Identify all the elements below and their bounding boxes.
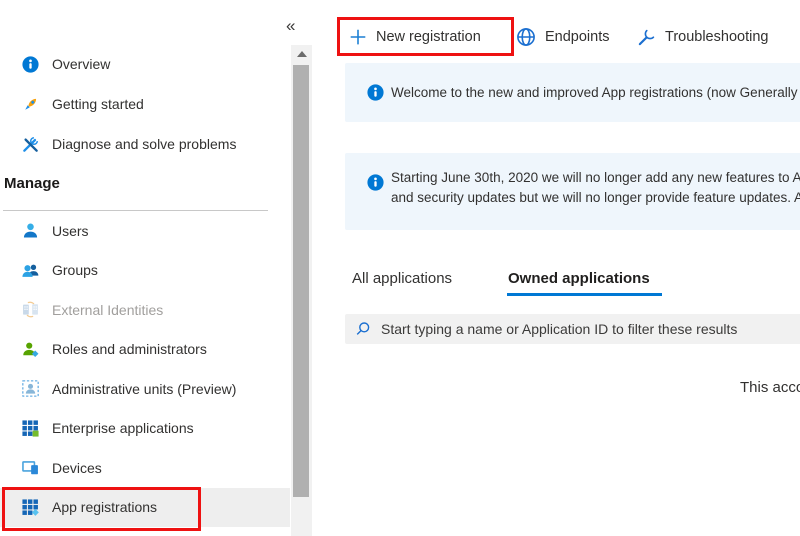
manage-section-header: Manage: [4, 175, 60, 192]
highlight-box-app-registrations: [2, 487, 201, 531]
troubleshooting-label: Troubleshooting: [665, 29, 768, 45]
application-filter-searchbox[interactable]: [345, 314, 800, 344]
deprecation-info-banner: Starting June 30th, 2020 we will no long…: [345, 153, 800, 230]
deprecation-line-1: Starting June 30th, 2020 we will no long…: [391, 168, 800, 188]
welcome-banner-text: Welcome to the new and improved App regi…: [391, 83, 800, 103]
highlight-box-new-registration: [337, 17, 514, 56]
deprecation-banner-text: Starting June 30th, 2020 we will no long…: [391, 168, 800, 207]
tab-all-applications[interactable]: All applications: [352, 270, 452, 287]
roles-icon: [22, 341, 39, 358]
sidebar-item-label: External Identities: [52, 302, 163, 318]
rocket-icon: [22, 96, 39, 113]
sidebar-item-administrative-units[interactable]: Administrative units (Preview): [0, 369, 290, 409]
sidebar-item-label: Enterprise applications: [52, 420, 194, 436]
search-input[interactable]: [379, 320, 800, 338]
sidebar-item-enterprise-applications[interactable]: Enterprise applications: [0, 409, 290, 449]
sidebar-item-diagnose[interactable]: Diagnose and solve problems: [0, 124, 290, 164]
users-icon: [22, 262, 39, 279]
enterprise-apps-icon: [22, 420, 39, 437]
app-registrations-page: y Overview Getting started Diagnose and …: [0, 0, 800, 536]
sidebar-item-label: Users: [52, 223, 89, 239]
endpoints-button[interactable]: Endpoints: [516, 22, 610, 52]
scrollbar-thumb[interactable]: [293, 65, 309, 497]
globe-icon: [516, 27, 536, 47]
sidebar-item-external-identities[interactable]: External Identities: [0, 290, 290, 330]
sidebar-item-groups[interactable]: Groups: [0, 251, 290, 291]
scrollbar-up-arrow-icon[interactable]: [291, 45, 312, 63]
sidebar-item-label: Administrative units (Preview): [52, 381, 236, 397]
sidebar-item-label: Devices: [52, 460, 102, 476]
admin-units-icon: [22, 380, 39, 397]
sidebar-item-getting-started[interactable]: Getting started: [0, 84, 290, 124]
sidebar-item-label: Groups: [52, 262, 98, 278]
endpoints-label: Endpoints: [545, 29, 610, 45]
sidebar-nav-general: Overview Getting started Diagnose and so…: [0, 44, 290, 164]
sidebar-item-label: Diagnose and solve problems: [52, 136, 236, 152]
sidebar-manage-section: Manage: [0, 164, 290, 211]
welcome-info-banner: Welcome to the new and improved App regi…: [345, 63, 800, 122]
empty-state-text: This account isn't listed as an owner of…: [740, 379, 800, 396]
troubleshooting-button[interactable]: Troubleshooting: [637, 22, 768, 52]
sidebar-collapse-chevron-icon[interactable]: «: [286, 16, 295, 36]
search-icon: [355, 321, 371, 337]
sidebar-item-devices[interactable]: Devices: [0, 448, 290, 488]
sidebar-scrollbar[interactable]: [291, 45, 312, 536]
deprecation-line-2: and security updates but we will no long…: [391, 188, 800, 208]
tab-owned-applications[interactable]: Owned applications: [508, 270, 650, 287]
sidebar-item-overview[interactable]: Overview: [0, 44, 290, 84]
sidebar-item-label: Overview: [52, 56, 110, 72]
sidebar-item-users[interactable]: Users: [0, 211, 290, 251]
external-identities-icon: [22, 301, 39, 318]
info-icon: [367, 174, 384, 191]
sidebar-item-roles-administrators[interactable]: Roles and administrators: [0, 330, 290, 370]
tools-icon: [22, 136, 39, 153]
devices-icon: [22, 459, 39, 476]
sidebar-item-label: Getting started: [52, 96, 144, 112]
sidebar-nav-manage: Users Groups External Identities Roles a…: [0, 211, 290, 527]
user-icon: [22, 222, 39, 239]
info-icon: [22, 56, 39, 73]
sidebar-item-label: Roles and administrators: [52, 341, 207, 357]
info-icon: [367, 84, 384, 101]
active-tab-underline: [507, 293, 662, 296]
sidebar: Overview Getting started Diagnose and so…: [0, 0, 290, 536]
wrench-icon: [637, 28, 656, 47]
